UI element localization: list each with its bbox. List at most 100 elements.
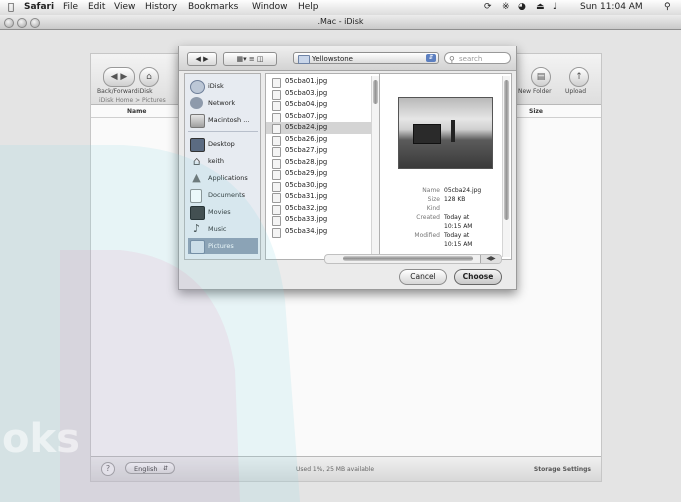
sidebar-item-label: iDisk bbox=[208, 82, 224, 90]
menu-bookmarks[interactable]: Bookmarks bbox=[188, 2, 238, 12]
updown-icon: ⇵ bbox=[162, 465, 168, 472]
apple-icon[interactable]:  bbox=[8, 2, 14, 13]
sidebar-item-documents[interactable]: Documents bbox=[188, 187, 258, 203]
file-list-item[interactable]: 05cba31.jpg bbox=[266, 191, 379, 203]
meta-name-value: 05cba24.jpg bbox=[444, 187, 482, 194]
path-breadcrumb[interactable]: iDisk Home > Pictures bbox=[99, 97, 166, 104]
new-folder-label[interactable]: New Folder bbox=[518, 88, 552, 95]
file-name: 05cba29.jpg bbox=[285, 169, 328, 177]
menu-edit[interactable]: Edit bbox=[88, 2, 105, 12]
music-icon: ♪ bbox=[192, 222, 201, 235]
file-list-item[interactable]: 05cba28.jpg bbox=[266, 157, 379, 169]
sidebar-item-network[interactable]: Network bbox=[188, 95, 258, 111]
open-file-dialog: ◀ ▶ ▦▾ ≡ ◫ Yellowstone ⇵ ⚲ search iDisk … bbox=[178, 46, 517, 290]
language-select[interactable]: English ⇵ bbox=[125, 462, 175, 474]
jpeg-file-icon bbox=[272, 112, 281, 123]
meta-modified-value-1: Today at bbox=[444, 232, 470, 239]
volume-icon[interactable]: ♩ bbox=[553, 2, 557, 12]
wifi-icon[interactable]: ◕ bbox=[518, 2, 526, 12]
file-list-item-selected[interactable]: 05cba24.jpg bbox=[266, 122, 379, 134]
help-button[interactable]: ? bbox=[101, 462, 115, 476]
scroll-thumb[interactable] bbox=[504, 80, 509, 220]
jpeg-file-icon bbox=[272, 124, 281, 134]
search-field[interactable]: ⚲ search bbox=[444, 52, 511, 64]
sidebar-item-pictures[interactable]: Pictures bbox=[188, 238, 258, 254]
updown-icon: ⇵ bbox=[426, 54, 436, 62]
scroll-thumb[interactable] bbox=[373, 80, 378, 104]
jpeg-file-icon bbox=[272, 135, 281, 146]
sidebar-item-movies[interactable]: Movies bbox=[188, 204, 258, 220]
file-name: 05cba32.jpg bbox=[285, 203, 328, 212]
file-list-item[interactable]: 05cba07.jpg bbox=[266, 111, 379, 123]
meta-name-label: Name bbox=[422, 187, 440, 194]
sidebar-item-idisk[interactable]: iDisk bbox=[188, 78, 258, 94]
bluetooth-icon[interactable]: ※ bbox=[502, 2, 510, 12]
sidebar-item-label: Applications bbox=[208, 174, 248, 182]
menu-file[interactable]: File bbox=[63, 2, 78, 12]
new-folder-icon[interactable]: ▤ bbox=[531, 67, 551, 87]
menu-view[interactable]: View bbox=[114, 2, 135, 12]
back-forward-segment[interactable]: ◀ ▶ bbox=[187, 52, 217, 66]
file-name: 05cba31.jpg bbox=[285, 192, 328, 200]
sidebar-item-music[interactable]: ♪ Music bbox=[188, 221, 258, 237]
sidebar-item-macintosh[interactable]: Macintosh ... bbox=[188, 112, 258, 128]
view-mode-segment[interactable]: ▦▾ ≡ ◫ bbox=[223, 52, 277, 66]
file-list-item[interactable]: 05cba34.jpg bbox=[266, 226, 379, 238]
file-column-scrollbar[interactable] bbox=[371, 76, 379, 257]
documents-icon bbox=[190, 189, 202, 203]
menu-help[interactable]: Help bbox=[298, 2, 319, 12]
jpeg-file-icon bbox=[272, 216, 281, 226]
scroll-arrows-icon[interactable]: ◀▶ bbox=[480, 255, 501, 263]
language-value: English bbox=[134, 465, 158, 473]
file-list-item[interactable]: 05cba27.jpg bbox=[266, 145, 379, 157]
file-list-item[interactable]: 05cba32.jpg bbox=[266, 203, 379, 215]
storage-used: Used 1%, 25 MB available bbox=[296, 466, 375, 473]
sidebar-item-label: Documents bbox=[208, 191, 246, 199]
file-name: 05cba03.jpg bbox=[285, 88, 328, 97]
spotlight-icon[interactable]: ⚲ bbox=[664, 2, 671, 12]
file-list-item[interactable]: 05cba04.jpg bbox=[266, 99, 379, 111]
window-titlebar: .Mac - iDisk bbox=[0, 15, 681, 30]
file-list-item[interactable]: 05cba29.jpg bbox=[266, 168, 379, 180]
file-name: 05cba27.jpg bbox=[285, 146, 328, 154]
upload-icon[interactable]: ↑ bbox=[569, 67, 589, 87]
sidebar-item-desktop[interactable]: Desktop bbox=[188, 136, 258, 152]
back-forward-button[interactable]: ◀ ▶ bbox=[103, 67, 135, 87]
file-list-item[interactable]: 05cba01.jpg bbox=[266, 76, 379, 88]
eject-icon[interactable]: ⏏ bbox=[536, 2, 545, 12]
upload-label[interactable]: Upload bbox=[565, 88, 586, 95]
menu-history[interactable]: History bbox=[145, 2, 177, 12]
location-value: Yellowstone bbox=[312, 55, 353, 63]
file-name: 05cba07.jpg bbox=[285, 111, 328, 120]
file-name: 05cba24.jpg bbox=[285, 123, 328, 131]
sidebar-item-label: Movies bbox=[208, 208, 231, 216]
file-list-item[interactable]: 05cba03.jpg bbox=[266, 88, 379, 100]
menu-clock[interactable]: Sun 11:04 AM bbox=[580, 2, 643, 12]
storage-settings-link[interactable]: Storage Settings bbox=[534, 466, 591, 473]
file-name: 05cba01.jpg bbox=[285, 77, 328, 85]
file-list-item[interactable]: 05cba33.jpg bbox=[266, 214, 379, 226]
menu-app-safari[interactable]: Safari bbox=[24, 2, 54, 12]
home-icon: ⌂ bbox=[192, 154, 201, 168]
menu-window[interactable]: Window bbox=[252, 2, 288, 12]
meta-created-value-2: 10:15 AM bbox=[444, 223, 473, 230]
sidebar-item-applications[interactable]: ▲ Applications bbox=[188, 170, 258, 186]
choose-button[interactable]: Choose bbox=[454, 269, 502, 285]
scroll-thumb[interactable] bbox=[343, 256, 473, 261]
preview-scrollbar[interactable] bbox=[502, 76, 510, 257]
location-popup[interactable]: Yellowstone ⇵ bbox=[293, 52, 439, 64]
sidebar-item-keith[interactable]: ⌂ keith bbox=[188, 153, 258, 169]
cancel-button[interactable]: Cancel bbox=[399, 269, 447, 285]
jpeg-file-icon bbox=[272, 78, 281, 88]
file-list-item[interactable]: 05cba30.jpg bbox=[266, 180, 379, 192]
idisk-home-button[interactable]: ⌂ bbox=[139, 67, 159, 87]
network-icon bbox=[190, 97, 203, 109]
meta-kind-label: Kind bbox=[426, 205, 440, 212]
sync-icon[interactable]: ⟳ bbox=[484, 2, 492, 12]
idisk-icon bbox=[190, 80, 205, 94]
sidebar-item-label: Desktop bbox=[208, 140, 235, 148]
jpeg-file-icon bbox=[272, 158, 281, 169]
browser-horizontal-scrollbar[interactable]: ◀▶ bbox=[324, 254, 502, 264]
file-list-item[interactable]: 05cba26.jpg bbox=[266, 134, 379, 146]
meta-modified-value-2: 10:15 AM bbox=[444, 241, 473, 248]
